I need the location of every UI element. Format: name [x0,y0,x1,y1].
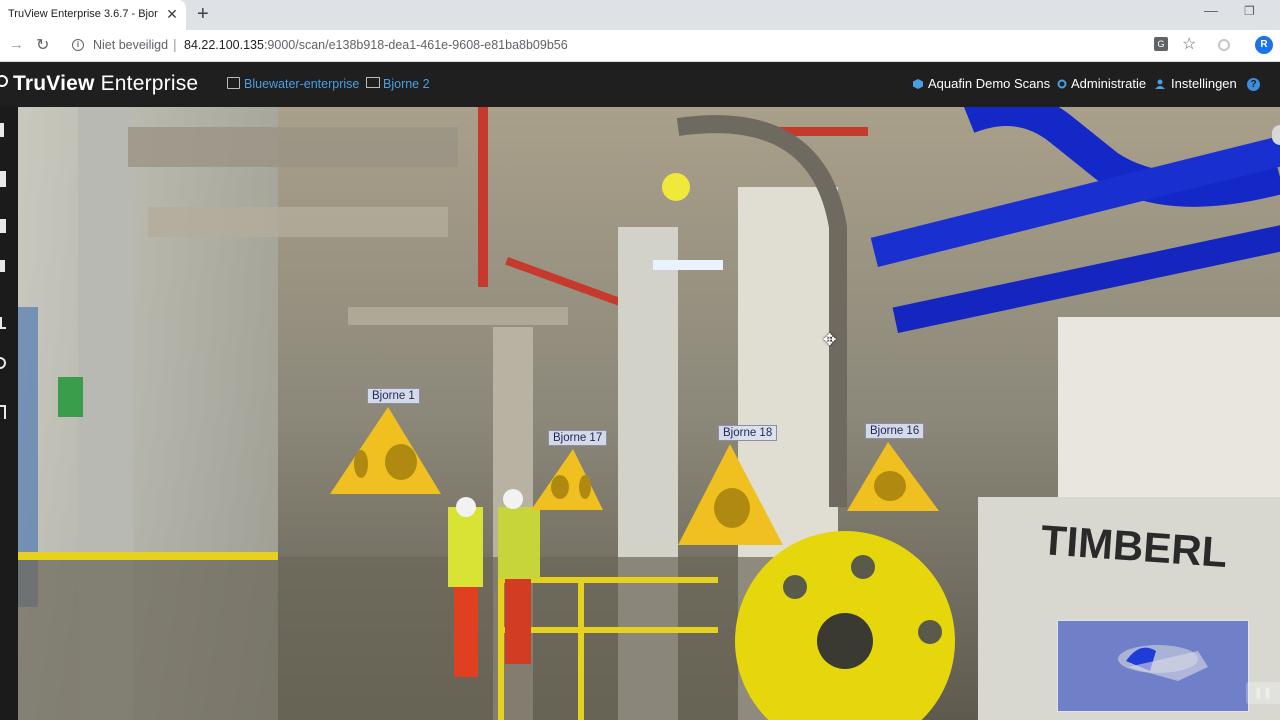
circle-tool-icon[interactable] [0,357,6,369]
marker-label[interactable]: Bjorne 17 [548,430,608,446]
translate-icon[interactable]: G [1154,37,1168,51]
profile-avatar[interactable]: R [1255,36,1273,54]
panorama-viewer[interactable]: TIMBERL Bjorne 1 Bjorne 17 Bjorne 18 Bjo… [18,107,1280,720]
tab-title: TruView Enterprise 3.6.7 - Bjorne [8,8,158,20]
breadcrumb-site[interactable]: Bluewater-enterprise [244,77,359,91]
new-tab-button[interactable]: + [197,3,209,26]
info-icon[interactable]: i [72,39,84,51]
url-host: 84.22.100.135 [184,38,264,52]
address-bar[interactable]: 84.22.100.135:9000/scan/e138b918-dea1-46… [184,38,568,52]
minimize-icon[interactable]: — [1204,2,1218,18]
overview-minimap[interactable] [1057,620,1249,712]
measure-icon[interactable] [0,405,6,419]
site-icon [227,77,240,89]
tool-rail [0,107,18,720]
point-cloud-overview-icon [1058,621,1248,711]
settings-menu[interactable]: Instellingen [1171,76,1237,91]
help-icon[interactable]: ? [1247,78,1260,91]
project-menu[interactable]: Aquafin Demo Scans [928,76,1050,91]
extension-icon[interactable] [1218,39,1230,51]
map-icon [366,77,380,88]
reload-icon[interactable]: ↻ [36,35,49,55]
menu-icon[interactable] [0,123,8,137]
marker-label[interactable]: Bjorne 16 [865,423,925,439]
marker-label[interactable]: Bjorne 18 [718,425,778,441]
clipboard-icon[interactable] [0,171,6,187]
forward-arrow-icon[interactable]: → [9,36,24,53]
browser-tab[interactable]: TruView Enterprise 3.6.7 - Bjorne ✕ [0,0,186,30]
bookmark-star-icon[interactable]: ☆ [1182,34,1196,54]
browser-tab-bar: TruView Enterprise 3.6.7 - Bjorne ✕ + — … [0,0,1280,30]
restore-icon[interactable]: ❐ [1244,4,1255,18]
move-cursor-icon: ✥ [823,332,837,349]
pause-icon[interactable]: ❚❚ [1246,682,1280,704]
cube-icon [913,79,923,89]
arrow-right-icon[interactable] [0,260,5,272]
app-header: TruView Enterprise Bluewater-enterprise … [0,62,1280,107]
logo-mark-icon [0,75,8,87]
marker-label[interactable]: Bjorne 1 [367,388,420,404]
admin-menu[interactable]: Administratie [1071,76,1146,91]
url-path: :9000/scan/e138b918-dea1-461e-9608-e81ba… [263,38,568,52]
user-icon [1155,79,1165,89]
url-separator: | [173,36,177,52]
gears-icon [1057,79,1067,89]
document-icon[interactable] [0,219,6,233]
security-label[interactable]: Niet beveiligd [93,38,168,52]
browser-toolbar: → ↻ i Niet beveiligd | 84.22.100.135:900… [0,30,1280,62]
close-icon[interactable]: ✕ [164,6,180,23]
panel-toggle-handle[interactable] [1272,125,1280,145]
breadcrumb-scan[interactable]: Bjorne 2 [383,77,430,91]
triangle-icon[interactable] [0,317,6,329]
app-logo[interactable]: TruView Enterprise [13,72,198,96]
